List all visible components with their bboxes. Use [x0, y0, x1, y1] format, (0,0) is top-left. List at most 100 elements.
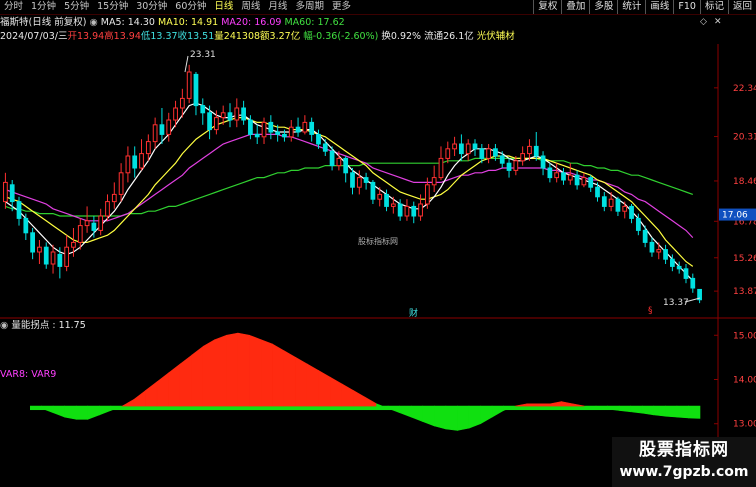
cai-marker[interactable]: 财 [409, 306, 418, 319]
energy-area-negative [491, 405, 504, 418]
energy-area-positive [249, 334, 262, 407]
low-price-label: 13.37 [663, 298, 689, 308]
current-price-label: 17.06 [722, 211, 748, 221]
candle-up [527, 145, 532, 155]
candle-up [554, 172, 560, 179]
candle-down [241, 107, 246, 121]
candle-up [152, 124, 158, 143]
candle-up [186, 71, 192, 99]
candle-up [111, 193, 117, 203]
sub-indicator-title: ◉ 量能拐点 : 11.75 [0, 320, 86, 332]
energy-area-negative [618, 405, 631, 413]
energy-area-negative [422, 405, 435, 427]
ma10-line [5, 116, 694, 267]
energy-area-negative [52, 405, 65, 418]
candle-up [418, 203, 423, 217]
candle-down [663, 249, 668, 260]
candle-down [540, 155, 546, 169]
energy-area-positive [133, 389, 146, 407]
candle-up [486, 148, 491, 159]
price-tick-label: 15.26 [733, 254, 756, 264]
candle-up [336, 157, 342, 167]
energy-area-positive [364, 396, 377, 407]
energy-area-negative [468, 405, 481, 429]
energy-area-negative [75, 405, 89, 420]
energy-area-negative [434, 405, 447, 430]
sub-tick-label: 14.00 [733, 376, 756, 386]
candle-up [105, 201, 110, 217]
candle-down [588, 177, 594, 188]
candle-down [649, 241, 655, 253]
energy-area-negative [99, 405, 112, 416]
energy-area-positive [179, 354, 193, 407]
candle-up [64, 246, 70, 267]
energy-area-positive [561, 401, 574, 407]
candle-up [445, 148, 451, 159]
candle-down [411, 205, 417, 217]
candle-down [615, 198, 621, 212]
candle-down [43, 246, 49, 265]
energy-area-positive [145, 381, 158, 407]
candle-down [370, 181, 376, 200]
candle-up [356, 177, 362, 188]
candle-up [581, 177, 587, 186]
energy-area-positive [353, 390, 366, 407]
energy-area-negative [653, 405, 666, 417]
candle-up [608, 198, 614, 207]
candle-down [670, 258, 675, 267]
energy-area-positive [515, 403, 528, 407]
energy-area-positive [168, 363, 181, 407]
candle-down [159, 124, 165, 135]
candle-down [479, 148, 485, 159]
energy-area-negative [665, 405, 678, 418]
energy-area-positive [341, 383, 354, 407]
candle-down [227, 112, 233, 121]
candle-up [431, 177, 437, 186]
candle-up [84, 220, 90, 227]
indicator-icon[interactable]: ◉ [0, 320, 8, 331]
candle-down [459, 143, 464, 155]
candle-up [50, 251, 56, 265]
energy-area-positive [272, 343, 285, 407]
candle-down [472, 143, 478, 150]
energy-area-positive [226, 332, 239, 407]
energy-area-positive [306, 363, 320, 407]
s-marker[interactable]: § [648, 306, 653, 316]
candle-down [547, 167, 553, 179]
candle-down [561, 172, 566, 181]
candle-down [329, 150, 335, 167]
high-arrow [184, 55, 189, 73]
candle-down [574, 174, 580, 186]
site-watermark: 股票指标网 www.7gpzb.com [612, 437, 756, 487]
price-tick-label: 13.87 [733, 287, 756, 297]
candle-up [234, 107, 240, 121]
price-tick-label: 18.46 [733, 177, 756, 187]
candle-down [683, 268, 689, 279]
candle-down [200, 105, 206, 114]
energy-area-negative [480, 405, 493, 425]
energy-area-negative [445, 405, 458, 431]
candle-up [302, 121, 308, 133]
sub-tick-label: 15.00 [733, 331, 756, 341]
candle-up [173, 107, 178, 121]
candle-down [268, 121, 274, 133]
energy-area-negative [64, 405, 77, 420]
candle-up [656, 249, 662, 253]
energy-area-negative [457, 405, 470, 431]
candle-down [9, 184, 15, 203]
energy-area-negative [87, 405, 100, 420]
candle-down [16, 201, 22, 219]
candle-up [118, 172, 124, 195]
candle-up [125, 155, 131, 174]
candle-up [71, 241, 76, 248]
candle-down [316, 133, 321, 145]
candle-up [513, 160, 519, 171]
candle-down [595, 186, 600, 198]
candle-down [384, 193, 389, 207]
candle-down [322, 143, 328, 152]
candle-up [465, 143, 471, 155]
center-watermark: 股标指标网 [358, 237, 398, 246]
candle-down [629, 205, 634, 219]
energy-area-positive [295, 356, 308, 407]
candle-down [350, 172, 355, 188]
